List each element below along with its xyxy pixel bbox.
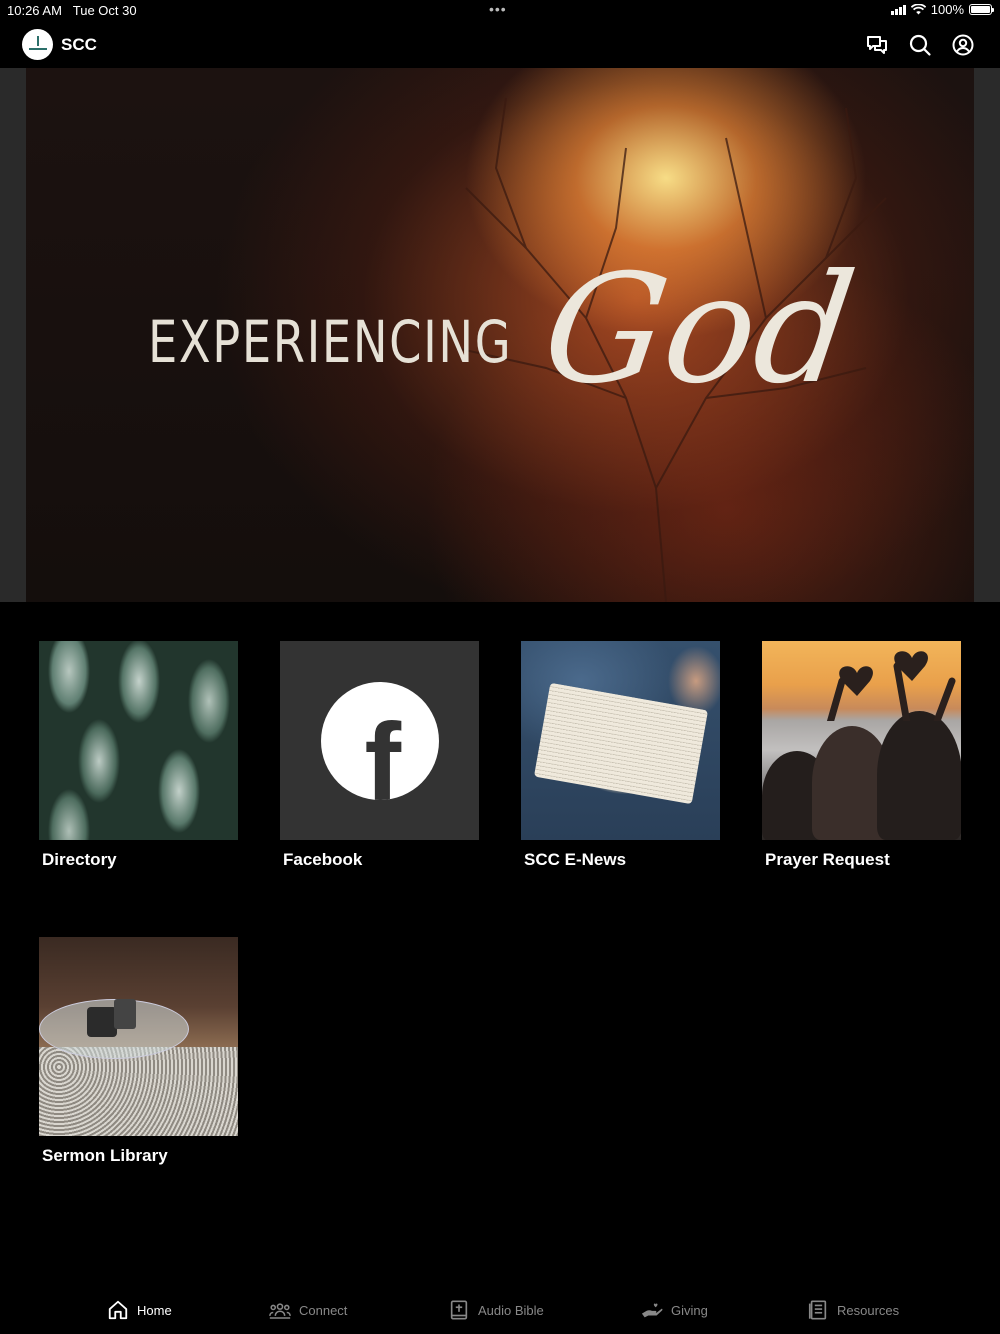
home-icon [108,1300,128,1320]
tab-giving[interactable]: Giving [641,1299,708,1321]
tab-label: Home [137,1302,172,1318]
facebook-icon: f [320,681,439,800]
hero-image: EXPERIENCING God [26,68,974,602]
status-bar: 10:26 AM Tue Oct 30 ••• 100% [0,0,1000,20]
tab-home[interactable]: Home [107,1299,172,1321]
app-logo[interactable] [22,29,53,60]
tile-label: Facebook [283,850,363,869]
tile-label: SCC E-News [524,850,627,869]
tile-directory[interactable]: Directory [39,641,238,869]
battery-icon [969,4,994,15]
tab-label: Audio Bible [478,1302,544,1318]
facebook-image: f [280,641,479,840]
tile-label: Directory [42,850,117,869]
tile-facebook[interactable]: f Facebook [280,641,479,869]
tab-label: Connect [299,1302,348,1318]
bottom-tab-bar: Home Connect Audio Bible Giving Resource… [0,1290,1000,1334]
resources-icon [808,1300,827,1320]
tab-label: Giving [671,1302,708,1318]
tile-label: Sermon Library [42,1146,168,1165]
tile-scc-enews[interactable]: SCC E-News [521,641,720,869]
rug-image [39,1047,238,1136]
multitasking-dots[interactable]: ••• [489,1,507,17]
app-title: SCC [61,35,97,54]
giving-hand-icon [641,1303,663,1318]
signal-icon [890,4,906,15]
hero-title-script: God [533,243,865,417]
wifi-icon [910,4,926,15]
open-bible-image [533,682,709,805]
search-icon[interactable] [908,33,932,57]
enews-image [521,641,720,840]
status-time: 10:26 AM Tue Oct 30 [7,3,137,18]
bible-icon [450,1300,468,1320]
sermon-image [39,937,238,1136]
chat-icon[interactable] [865,33,889,57]
tile-prayer-request[interactable]: Prayer Request [762,641,961,869]
tab-label: Resources [837,1302,900,1318]
status-indicators: 100% [890,2,994,17]
tile-sermon-library[interactable]: Sermon Library [39,937,238,1165]
prayer-image [762,641,961,840]
tab-resources[interactable]: Resources [807,1299,899,1321]
hero-title-word: EXPERIENCING [148,308,513,376]
tile-label: Prayer Request [765,850,890,869]
directory-image [39,641,238,840]
battery-percent: 100% [930,2,964,17]
tab-connect[interactable]: Connect [269,1299,347,1321]
top-nav: SCC [0,22,1000,68]
people-icon [269,1303,291,1319]
hero-banner[interactable]: EXPERIENCING God [0,68,1000,602]
tab-audio-bible[interactable]: Audio Bible [448,1299,544,1321]
account-icon[interactable] [951,33,975,57]
